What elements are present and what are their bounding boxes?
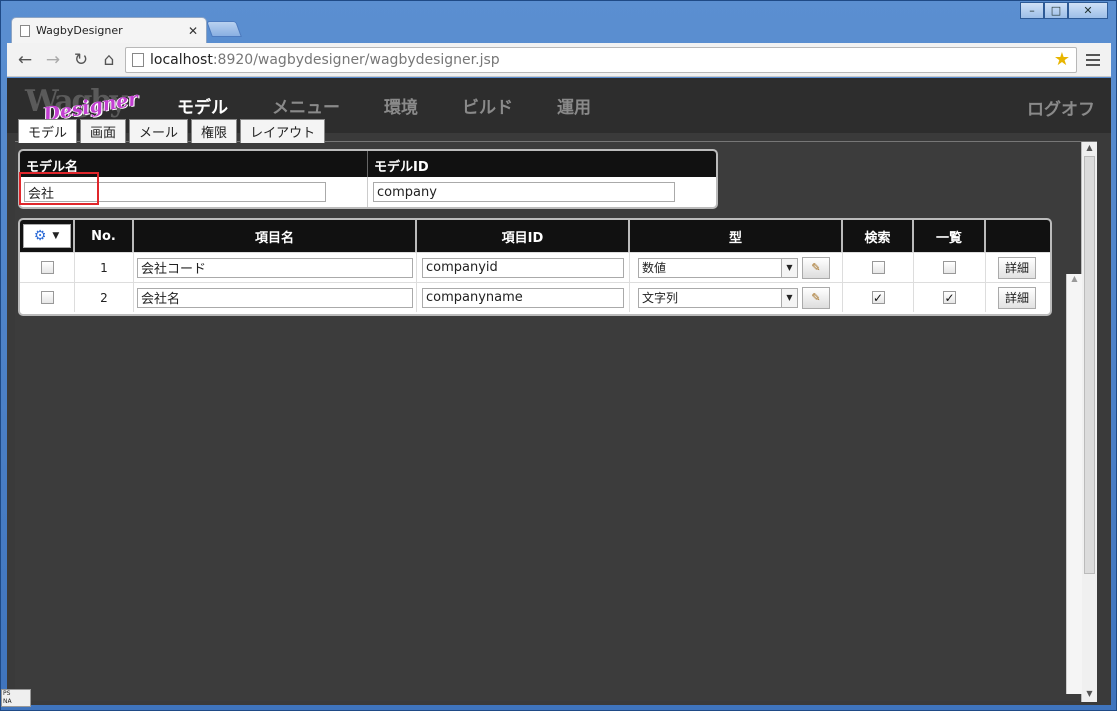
col-header-search: 検索 (843, 220, 914, 252)
scroll-up-icon[interactable]: ▲ (1082, 143, 1097, 155)
table-row: 1 数値▼ ✎ 詳細 (20, 252, 1050, 282)
field-grid: ⚙ ▼ No. 項目名 項目ID 型 検索 一覧 1 会社コード company… (18, 218, 1052, 316)
search-checkbox[interactable]: ✓ (871, 290, 885, 305)
nav-model[interactable]: モデル (177, 93, 228, 118)
scroll-up-icon[interactable]: ▲ (1067, 274, 1082, 283)
row-no: 1 (75, 253, 134, 282)
subtabs: モデル 画面 メール 権限 レイアウト (18, 119, 326, 143)
field-id-input[interactable] (422, 287, 624, 308)
col-header-name: 項目名 (134, 220, 417, 252)
row-select-checkbox[interactable] (40, 261, 54, 274)
address-bar[interactable]: localhost:8920/wagbydesigner/wagbydesign… (125, 46, 1077, 73)
col-header-detail (986, 220, 1048, 252)
chevron-down-icon: ▼ (52, 231, 60, 241)
gear-icon: ⚙ (33, 228, 47, 244)
grid-scrollbar-track[interactable]: ▲ (1066, 274, 1082, 694)
new-tab-button[interactable] (206, 21, 242, 37)
col-header-no: No. (75, 220, 134, 252)
chevron-down-icon: ▼ (781, 288, 797, 307)
nav-build[interactable]: ビルド (462, 93, 513, 118)
field-name-input[interactable] (137, 287, 413, 308)
status-indicator: PS NA (1, 689, 31, 707)
home-icon[interactable]: ⌂ (97, 48, 121, 72)
model-id-input[interactable] (373, 182, 675, 202)
subtab-layout[interactable]: レイアウト (240, 119, 326, 143)
type-settings-button[interactable]: ✎ (802, 256, 830, 279)
field-type-select[interactable]: 文字列 ▼ (638, 287, 798, 308)
detail-button[interactable]: 詳細 (997, 286, 1036, 309)
table-row: 2 文字列▼ ✎ ✓ ✓ 詳細 (20, 282, 1050, 312)
col-header-id: 項目ID (417, 220, 630, 252)
subtab-screen[interactable]: 画面 (80, 119, 127, 143)
url-host: localhost (150, 51, 213, 68)
content-scrollbar[interactable]: ▲ ▼ (1081, 142, 1097, 702)
page-icon (20, 24, 30, 37)
model-name-header: モデル名 (20, 151, 368, 177)
back-icon[interactable]: ← (13, 48, 37, 72)
logoff-link[interactable]: ログオフ (1027, 95, 1095, 120)
row-no: 2 (75, 283, 134, 312)
list-checkbox[interactable]: ✓ (943, 291, 956, 304)
model-name-input[interactable] (24, 182, 326, 202)
model-id-header: モデルID (374, 160, 429, 175)
subtab-mail[interactable]: メール (129, 119, 189, 143)
row-action-menu-button[interactable]: ⚙ ▼ (22, 224, 71, 248)
browser-window: – □ ✕ WagbyDesigner ✕ ← → ↻ ⌂ localhost:… (0, 0, 1117, 711)
model-panel: モデル名 モデルID (18, 149, 718, 209)
tab-title: WagbyDesigner (36, 24, 123, 37)
field-type-select[interactable]: 数値 ▼ (638, 257, 798, 278)
subtab-model[interactable]: モデル (18, 119, 78, 143)
page-icon (132, 52, 144, 67)
edit-icon: ✎ (811, 291, 821, 304)
field-id-input[interactable] (422, 257, 624, 278)
scroll-thumb[interactable] (1084, 156, 1095, 574)
nav-operation[interactable]: 運用 (557, 93, 591, 118)
browser-toolbar: ← → ↻ ⌂ localhost:8920/wagbydesigner/wag… (7, 43, 1111, 77)
field-name-input[interactable] (137, 257, 413, 278)
search-checkbox[interactable] (871, 261, 885, 274)
checkmark-icon: ✓ (872, 290, 884, 305)
type-settings-button[interactable]: ✎ (802, 286, 830, 309)
browser-menu-icon[interactable] (1081, 48, 1105, 72)
checkmark-icon: ✓ (944, 290, 955, 305)
close-tab-icon[interactable]: ✕ (188, 24, 198, 38)
edit-icon: ✎ (811, 261, 821, 274)
tab-strip: WagbyDesigner ✕ (9, 15, 1109, 43)
nav-environment[interactable]: 環境 (384, 93, 418, 118)
list-checkbox[interactable] (943, 261, 956, 274)
forward-icon[interactable]: → (41, 48, 65, 72)
reload-icon[interactable]: ↻ (69, 48, 93, 72)
row-select-checkbox[interactable] (40, 291, 54, 304)
model-panel-header: モデル名 モデルID (20, 151, 716, 177)
select-all-cell: ⚙ ▼ (20, 220, 75, 252)
detail-button[interactable]: 詳細 (997, 256, 1036, 279)
browser-tab[interactable]: WagbyDesigner ✕ (11, 17, 207, 43)
url-path: :8920/wagbydesigner/wagbydesigner.jsp (212, 51, 500, 68)
col-header-type: 型 (630, 220, 843, 252)
nav-menu[interactable]: メニュー (272, 93, 340, 118)
bookmark-star-icon[interactable]: ★ (1054, 49, 1070, 70)
grid-header: ⚙ ▼ No. 項目名 項目ID 型 検索 一覧 (20, 220, 1050, 252)
subtab-permission[interactable]: 権限 (191, 119, 238, 143)
model-panel-row (20, 177, 716, 207)
chevron-down-icon: ▼ (781, 258, 797, 277)
content-area: モデル 画面 メール 権限 レイアウト モデル名 モデルID 会社 compan… (15, 119, 1097, 702)
app-area: Wagby Designer モデル メニュー 環境 ビルド 運用 ログオフ モ… (7, 78, 1111, 705)
scroll-down-icon[interactable]: ▼ (1082, 689, 1097, 701)
col-header-list: 一覧 (914, 220, 986, 252)
